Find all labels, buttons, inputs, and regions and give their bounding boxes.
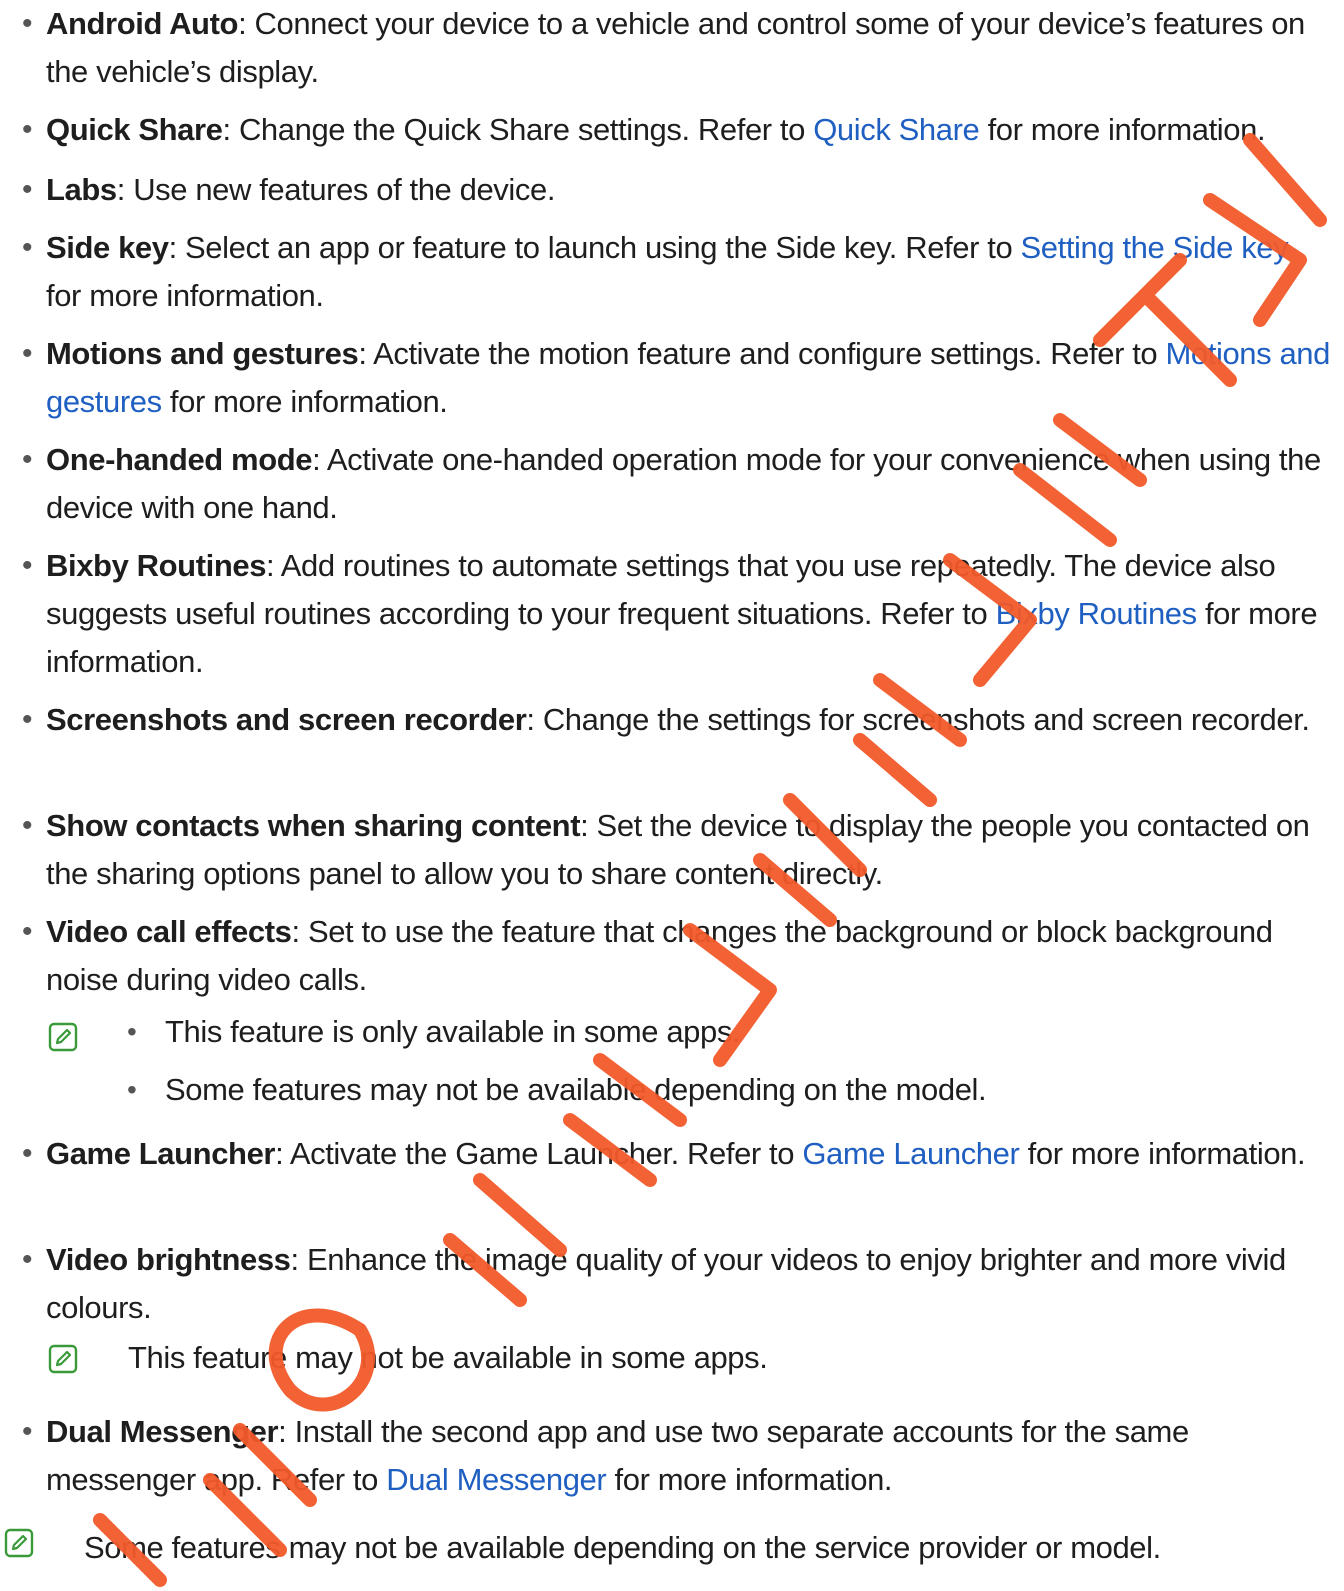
item-term: Video call effects: [46, 914, 292, 949]
bixby-routines-link[interactable]: Bixby Routines: [996, 596, 1198, 631]
item-term: Quick Share: [46, 112, 223, 147]
item-term: Side key: [46, 230, 169, 265]
document-page: • Android Auto: Connect your device to a…: [0, 0, 1344, 1591]
item-description-tail: for more information.: [606, 1462, 893, 1497]
item-term: Video brightness: [46, 1242, 291, 1277]
item-term: Game Launcher: [46, 1136, 276, 1171]
item-term: Android Auto: [46, 6, 239, 41]
item-term: Dual Messenger: [46, 1414, 279, 1449]
bullet: •: [22, 703, 33, 736]
item-description-tail: for more information.: [1019, 1136, 1306, 1171]
setting-the-side-key-link[interactable]: Setting the Side key: [1021, 230, 1289, 265]
note-text: This feature may not be available in som…: [128, 1340, 768, 1375]
item-description-tail: for more information.: [46, 278, 324, 313]
bullet: •: [22, 113, 33, 146]
item-description: : Activate the motion feature and config…: [358, 336, 1166, 371]
item-description-tail: for more information.: [161, 384, 448, 419]
item-description: : Select an app or feature to launch usi…: [168, 230, 1021, 265]
bullet: •: [22, 1137, 33, 1170]
bullet: •: [22, 173, 33, 206]
item-term: Motions and gestures: [46, 336, 359, 371]
bullet: •: [22, 809, 33, 842]
game-launcher-link[interactable]: Game Launcher: [802, 1136, 1020, 1171]
bullet: •: [22, 1243, 33, 1276]
note-pencil-icon: [48, 1022, 78, 1052]
bullet: •: [22, 915, 33, 948]
item-term: Labs: [46, 172, 117, 207]
note-pencil-icon: [48, 1344, 78, 1374]
item-term: Screenshots and screen recorder: [46, 702, 527, 737]
item-description: : Change the settings for screenshots an…: [526, 702, 1310, 737]
bullet: •: [22, 7, 33, 40]
bullet: •: [22, 337, 33, 370]
bullet: •: [22, 549, 33, 582]
dual-messenger-link[interactable]: Dual Messenger: [386, 1462, 607, 1497]
bullet: •: [22, 1415, 33, 1448]
final-note-text: Some features may not be available depen…: [84, 1530, 1161, 1565]
bullet: •: [22, 231, 33, 264]
note-bullet: •: [127, 1074, 137, 1105]
item-term: Show contacts when sharing content: [46, 808, 581, 843]
quick-share-link[interactable]: Quick Share: [813, 112, 980, 147]
item-description: : Activate the Game Launcher. Refer to: [275, 1136, 803, 1171]
item-term: Bixby Routines: [46, 548, 267, 583]
note-text: Some features may not be available depen…: [165, 1072, 987, 1107]
note-text: This feature is only available in some a…: [165, 1014, 741, 1049]
item-description: : Use new features of the device.: [116, 172, 556, 207]
item-term: One-handed mode: [46, 442, 313, 477]
item-description: : Change the Quick Share settings. Refer…: [222, 112, 814, 147]
item-description-tail: for more information.: [979, 112, 1266, 147]
bullet: •: [22, 443, 33, 476]
note-bullet: •: [127, 1016, 137, 1047]
note-pencil-icon: [4, 1528, 34, 1558]
